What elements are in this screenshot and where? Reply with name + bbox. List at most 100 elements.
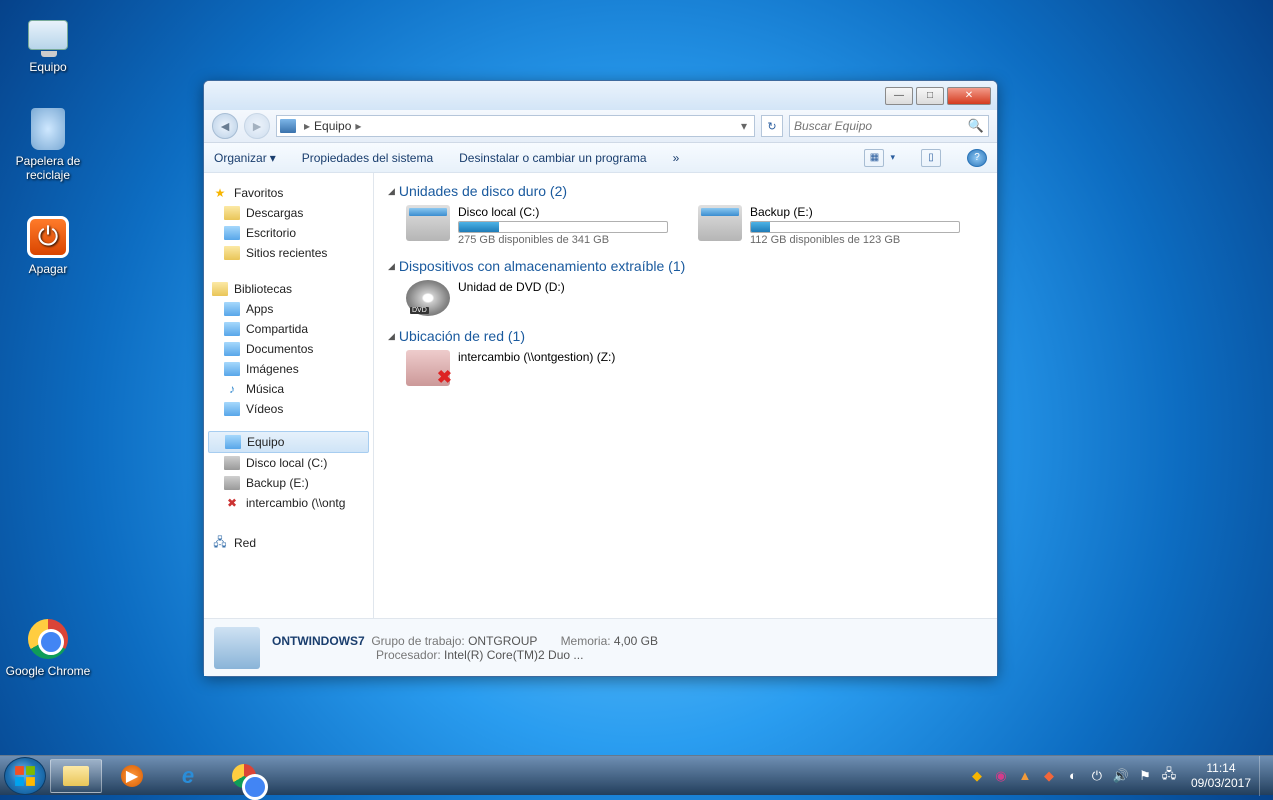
music-icon: ♪	[224, 382, 240, 396]
tray-icon[interactable]: ◆	[969, 768, 985, 784]
maximize-button[interactable]: □	[916, 87, 944, 105]
tray-power-icon[interactable]: ⏻	[1089, 768, 1105, 784]
tray-icon[interactable]: ◐	[1065, 768, 1081, 784]
desktop-icon-apagar[interactable]: ⏻ Apagar	[4, 210, 92, 282]
breadcrumb[interactable]: ▸ Equipo ▸ ▾	[276, 115, 755, 137]
sidebar-item-escritorio[interactable]: Escritorio	[204, 223, 373, 243]
chevron-right-icon[interactable]: ▸	[351, 119, 365, 133]
capacity-bar	[458, 221, 668, 233]
tray-network-icon[interactable]: 🖧	[1161, 768, 1177, 784]
taskbar-app-ie[interactable]: e	[162, 759, 214, 793]
desktop-icon-label: Apagar	[29, 262, 68, 276]
desktop-icon	[224, 226, 240, 240]
drive-dvd[interactable]: Unidad de DVD (D:)	[406, 280, 638, 316]
tray-volume-icon[interactable]: 🔊	[1113, 768, 1129, 784]
sidebar-item-sitios[interactable]: Sitios recientes	[204, 243, 373, 263]
toolbar-uninstall[interactable]: Desinstalar o cambiar un programa	[459, 151, 646, 165]
sidebar-item-intercambio[interactable]: ✖intercambio (\\ontg	[204, 493, 373, 513]
category-hard-drives[interactable]: ◢Unidades de disco duro (2)	[388, 179, 983, 203]
desktop-icon-equipo[interactable]: Equipo	[4, 8, 92, 80]
clock-time: 11:14	[1191, 761, 1251, 775]
recent-icon	[224, 246, 240, 260]
window-titlebar[interactable]: — □ ✕	[204, 81, 997, 110]
drive-free-text: 275 GB disponibles de 341 GB	[458, 233, 668, 246]
network-drive-icon: ✖	[224, 496, 240, 510]
desktop-icons: Equipo Papelera de reciclaje ⏻ Apagar Go…	[0, 0, 96, 692]
preview-pane-button[interactable]: ▯	[921, 149, 941, 167]
search-input[interactable]	[794, 119, 968, 133]
sidebar-equipo[interactable]: Equipo	[208, 431, 369, 453]
show-desktop-button[interactable]	[1259, 756, 1269, 796]
drive-name: Disco local (C:)	[458, 205, 668, 221]
toolbar-system-properties[interactable]: Propiedades del sistema	[302, 151, 433, 165]
taskbar-app-chrome[interactable]	[218, 759, 270, 793]
forward-button[interactable]: ►	[244, 113, 270, 139]
sidebar-red[interactable]: 🖧Red	[204, 533, 373, 553]
sidebar-libraries[interactable]: Bibliotecas	[204, 279, 373, 299]
chevron-down-icon[interactable]: ▾	[890, 152, 895, 163]
tray-icon[interactable]: ◉	[993, 768, 1009, 784]
drive-e[interactable]: Backup (E:) 112 GB disponibles de 123 GB	[698, 205, 960, 246]
sidebar-item-disk-c[interactable]: Disco local (C:)	[204, 453, 373, 473]
desktop-icon-recycle[interactable]: Papelera de reciclaje	[4, 102, 92, 188]
explorer-window: — □ ✕ ◄ ► ▸ Equipo ▸ ▾ ↻ 🔍 Organizar ▾ P…	[203, 80, 998, 677]
folder-icon	[224, 206, 240, 220]
desktop-icon-label: Equipo	[29, 60, 66, 74]
taskbar-clock[interactable]: 11:14 09/03/2017	[1183, 761, 1259, 790]
chrome-icon	[28, 619, 68, 659]
hdd-icon	[406, 205, 450, 241]
sidebar-item-musica[interactable]: ♪Música	[204, 379, 373, 399]
drive-icon	[224, 476, 240, 490]
sidebar-item-descargas[interactable]: Descargas	[204, 203, 373, 223]
sidebar-item-disk-e[interactable]: Backup (E:)	[204, 473, 373, 493]
taskbar-app-media[interactable]: ▶	[106, 759, 158, 793]
desktop-icon-label: Google Chrome	[6, 664, 91, 678]
toolbar: Organizar ▾ Propiedades del sistema Desi…	[204, 143, 997, 173]
disconnected-drive-icon	[406, 350, 450, 386]
computer-icon	[225, 435, 241, 449]
back-button[interactable]: ◄	[212, 113, 238, 139]
drive-free-text: 112 GB disponibles de 123 GB	[750, 233, 960, 246]
sidebar-favorites[interactable]: ★Favoritos	[204, 183, 373, 203]
sidebar-item-videos[interactable]: Vídeos	[204, 399, 373, 419]
sidebar-item-imagenes[interactable]: Imágenes	[204, 359, 373, 379]
drive-network[interactable]: intercambio (\\ontgestion) (Z:)	[406, 350, 638, 386]
capacity-bar	[750, 221, 960, 233]
search-box[interactable]: 🔍	[789, 115, 989, 137]
drive-name: Unidad de DVD (D:)	[458, 280, 638, 296]
drive-c[interactable]: Disco local (C:) 275 GB disponibles de 3…	[406, 205, 668, 246]
computer-icon	[280, 119, 296, 133]
start-button[interactable]	[4, 757, 46, 795]
triangle-icon: ◢	[388, 261, 395, 272]
computer-icon	[28, 20, 68, 50]
minimize-button[interactable]: —	[885, 87, 913, 105]
sidebar-item-compartida[interactable]: Compartida	[204, 319, 373, 339]
close-button[interactable]: ✕	[947, 87, 991, 105]
drive-name: Backup (E:)	[750, 205, 960, 221]
recycle-bin-icon	[31, 108, 65, 150]
sidebar-item-apps[interactable]: Apps	[204, 299, 373, 319]
category-network[interactable]: ◢Ubicación de red (1)	[388, 324, 983, 348]
toolbar-more[interactable]: »	[673, 151, 680, 165]
search-icon[interactable]: 🔍	[968, 118, 984, 134]
tray-icon[interactable]: ◆	[1041, 768, 1057, 784]
toolbar-organize[interactable]: Organizar ▾	[214, 151, 276, 165]
view-options-button[interactable]: ▦	[864, 149, 884, 167]
star-icon: ★	[212, 186, 228, 200]
dvd-icon	[406, 280, 450, 316]
content-pane: ◢Unidades de disco duro (2) Disco local …	[374, 173, 997, 618]
folder-icon	[63, 766, 89, 786]
hdd-icon	[698, 205, 742, 241]
category-removable[interactable]: ◢Dispositivos con almacenamiento extraíb…	[388, 254, 983, 278]
tray-flag-icon[interactable]: ⚑	[1137, 768, 1153, 784]
taskbar-app-explorer[interactable]	[50, 759, 102, 793]
refresh-button[interactable]: ↻	[761, 115, 783, 137]
folder-icon	[224, 322, 240, 336]
sidebar-item-documentos[interactable]: Documentos	[204, 339, 373, 359]
desktop-icon-chrome[interactable]: Google Chrome	[4, 612, 92, 684]
help-button[interactable]: ?	[967, 149, 987, 167]
breadcrumb-location[interactable]: Equipo	[314, 119, 351, 133]
chevron-down-icon[interactable]: ▾	[737, 119, 751, 133]
tray-icon[interactable]: ▲	[1017, 768, 1033, 784]
chrome-icon	[232, 764, 256, 788]
